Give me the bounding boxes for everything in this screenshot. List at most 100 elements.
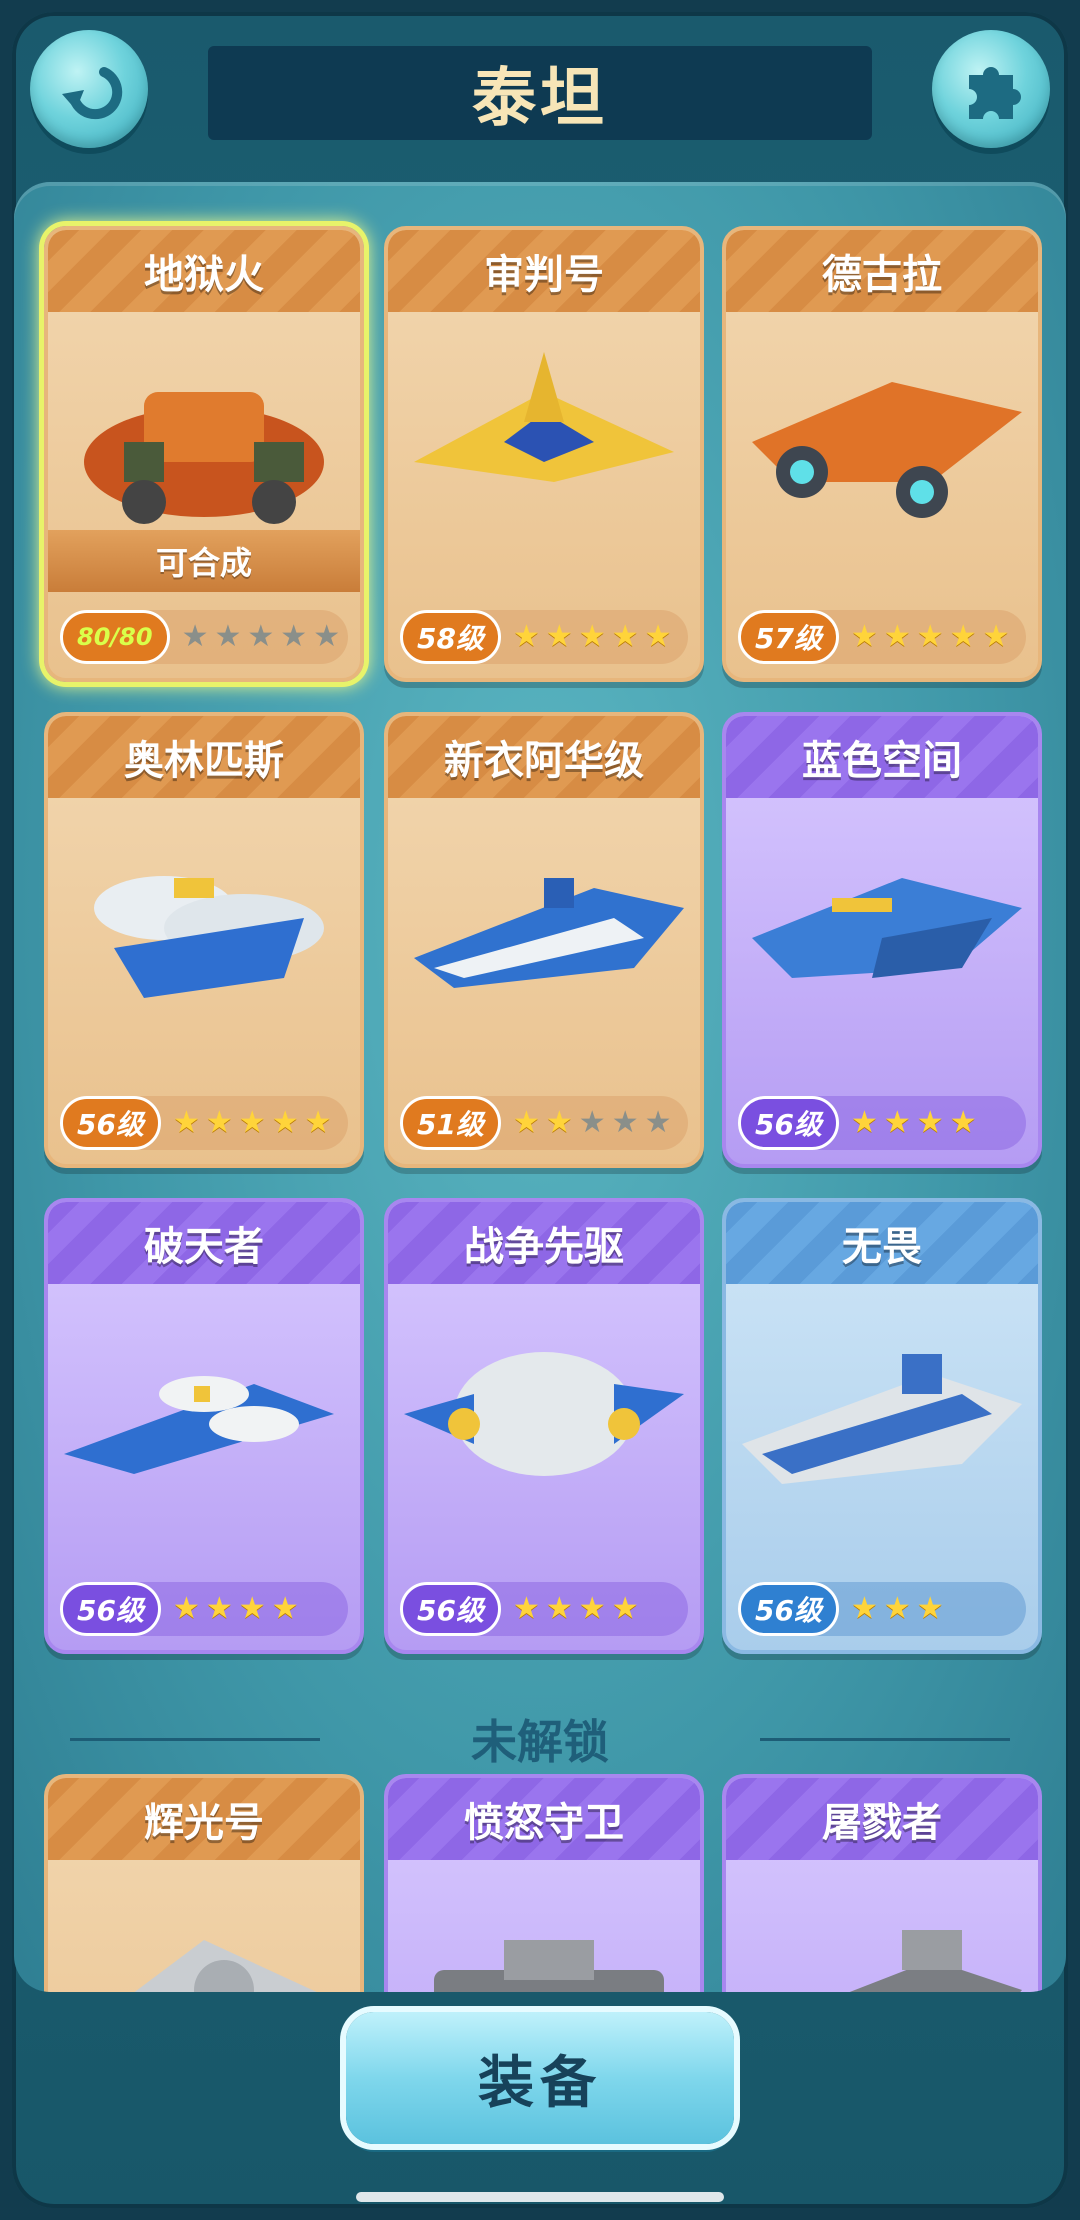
card-title: 屠戮者 bbox=[726, 1778, 1038, 1860]
star-rating: ★ ★ ★ ★ ★ bbox=[182, 622, 341, 652]
card-title: 德古拉 bbox=[726, 230, 1038, 312]
star-icon: ★ bbox=[304, 1105, 332, 1140]
star-icon: ★ bbox=[916, 619, 944, 654]
star-icon: ★ bbox=[545, 1105, 573, 1140]
card-title: 辉光号 bbox=[48, 1778, 360, 1860]
ship-card-judgment[interactable]: 审判号 58级 ★ ★ ★ ★ ★ bbox=[384, 226, 704, 682]
page-title: 泰坦 bbox=[472, 62, 608, 136]
card-title: 蓝色空间 bbox=[726, 716, 1038, 798]
star-icon: ★ bbox=[512, 619, 540, 654]
ship-image bbox=[48, 322, 360, 552]
puzzle-button[interactable] bbox=[932, 30, 1050, 148]
star-icon: ★ bbox=[271, 1591, 299, 1626]
info-bar: 80/80 ★ ★ ★ ★ ★ bbox=[60, 610, 348, 664]
level-badge: 56级 bbox=[738, 1582, 839, 1636]
level-badge: 57级 bbox=[738, 610, 839, 664]
card-title: 新衣阿华级 bbox=[388, 716, 700, 798]
home-indicator[interactable] bbox=[356, 2192, 724, 2202]
ship-card-hellfire[interactable]: 地狱火 可合成 80/80 ★ ★ ★ ★ ★ bbox=[44, 226, 364, 682]
card-title: 愤怒守卫 bbox=[388, 1778, 700, 1860]
star-icon: ★ bbox=[172, 1591, 200, 1626]
level-badge: 56级 bbox=[738, 1096, 839, 1150]
star-icon: ★ bbox=[512, 1105, 540, 1140]
card-title: 破天者 bbox=[48, 1202, 360, 1284]
level-badge: 58级 bbox=[400, 610, 501, 664]
divider bbox=[760, 1738, 1010, 1741]
info-bar: 56级 ★ ★ ★ ★ bbox=[738, 1096, 1026, 1150]
info-bar: 57级 ★ ★ ★ ★ ★ bbox=[738, 610, 1026, 664]
ship-card-sky-breaker[interactable]: 破天者 56级 ★ ★ ★ ★ bbox=[44, 1198, 364, 1654]
back-button[interactable] bbox=[30, 30, 148, 148]
star-icon: ★ bbox=[916, 1105, 944, 1140]
divider bbox=[70, 1738, 320, 1741]
star-icon: ★ bbox=[545, 1591, 573, 1626]
ship-image bbox=[48, 808, 360, 1038]
star-icon: ★ bbox=[611, 1105, 639, 1140]
ship-card-new-iowa[interactable]: 新衣阿华级 51级 ★ ★ ★ ★ ★ bbox=[384, 712, 704, 1168]
ship-card-dracula[interactable]: 德古拉 57级 ★ ★ ★ ★ ★ bbox=[722, 226, 1042, 682]
star-icon: ★ bbox=[611, 1591, 639, 1626]
card-title: 战争先驱 bbox=[388, 1202, 700, 1284]
star-icon: ★ bbox=[982, 619, 1010, 654]
star-rating: ★ ★ ★ ★ bbox=[851, 1108, 977, 1138]
star-rating: ★ ★ ★ bbox=[851, 1594, 944, 1624]
star-icon: ★ bbox=[247, 619, 275, 654]
star-icon: ★ bbox=[949, 1105, 977, 1140]
star-icon: ★ bbox=[238, 1591, 266, 1626]
star-icon: ★ bbox=[205, 1105, 233, 1140]
star-icon: ★ bbox=[850, 1105, 878, 1140]
star-icon: ★ bbox=[850, 619, 878, 654]
star-rating: ★ ★ ★ ★ ★ bbox=[513, 622, 672, 652]
star-icon: ★ bbox=[578, 619, 606, 654]
locked-card-wrath-guard[interactable]: 愤怒守卫 bbox=[384, 1774, 704, 1992]
ship-panel: 地狱火 可合成 80/80 ★ ★ ★ ★ ★ 审判号 58级 ★ ★ ★ ★ ★ 德古拉 57… bbox=[14, 182, 1066, 1992]
puzzle-icon bbox=[969, 67, 1021, 119]
level-badge: 56级 bbox=[400, 1582, 501, 1636]
star-icon: ★ bbox=[238, 1105, 266, 1140]
ship-image bbox=[388, 1870, 700, 1992]
star-icon: ★ bbox=[181, 619, 209, 654]
star-rating: ★ ★ ★ ★ ★ bbox=[513, 1108, 672, 1138]
star-icon: ★ bbox=[578, 1105, 606, 1140]
star-icon: ★ bbox=[545, 619, 573, 654]
star-icon: ★ bbox=[280, 619, 308, 654]
locked-card-radiance[interactable]: 辉光号 bbox=[44, 1774, 364, 1992]
star-icon: ★ bbox=[883, 619, 911, 654]
star-icon: ★ bbox=[644, 1105, 672, 1140]
card-title: 地狱火 bbox=[48, 230, 360, 312]
star-icon: ★ bbox=[214, 619, 242, 654]
star-icon: ★ bbox=[883, 1105, 911, 1140]
star-icon: ★ bbox=[172, 1105, 200, 1140]
level-badge: 56级 bbox=[60, 1096, 161, 1150]
ship-card-war-herald[interactable]: 战争先驱 56级 ★ ★ ★ ★ bbox=[384, 1198, 704, 1654]
star-icon: ★ bbox=[205, 1591, 233, 1626]
ship-image bbox=[726, 1294, 1038, 1524]
star-icon: ★ bbox=[949, 619, 977, 654]
ship-image bbox=[726, 1870, 1038, 1992]
ship-image bbox=[388, 808, 700, 1038]
star-rating: ★ ★ ★ ★ ★ bbox=[173, 1108, 332, 1138]
info-bar: 56级 ★ ★ ★ ★ bbox=[400, 1582, 688, 1636]
ship-image bbox=[726, 808, 1038, 1038]
star-rating: ★ ★ ★ ★ bbox=[173, 1594, 299, 1624]
star-rating: ★ ★ ★ ★ ★ bbox=[851, 622, 1010, 652]
equip-button[interactable]: 装备 bbox=[346, 2012, 734, 2144]
locked-card-slaughterer[interactable]: 屠戮者 bbox=[722, 1774, 1042, 1992]
star-icon: ★ bbox=[644, 619, 672, 654]
card-title: 审判号 bbox=[388, 230, 700, 312]
ship-card-blue-space[interactable]: 蓝色空间 56级 ★ ★ ★ ★ bbox=[722, 712, 1042, 1168]
title-plate: 泰坦 bbox=[208, 46, 872, 140]
ship-image bbox=[726, 322, 1038, 552]
status-bar: 可合成 bbox=[48, 530, 360, 592]
ship-card-olympus[interactable]: 奥林匹斯 56级 ★ ★ ★ ★ ★ bbox=[44, 712, 364, 1168]
star-icon: ★ bbox=[883, 1591, 911, 1626]
back-arrow-icon bbox=[62, 67, 123, 120]
ship-card-dauntless[interactable]: 无畏 56级 ★ ★ ★ bbox=[722, 1198, 1042, 1654]
star-icon: ★ bbox=[512, 1591, 540, 1626]
info-bar: 51级 ★ ★ ★ ★ ★ bbox=[400, 1096, 688, 1150]
star-icon: ★ bbox=[271, 1105, 299, 1140]
star-rating: ★ ★ ★ ★ bbox=[513, 1594, 639, 1624]
locked-section-header: 未解锁 bbox=[14, 1704, 1066, 1774]
card-title: 奥林匹斯 bbox=[48, 716, 360, 798]
level-badge: 51级 bbox=[400, 1096, 501, 1150]
